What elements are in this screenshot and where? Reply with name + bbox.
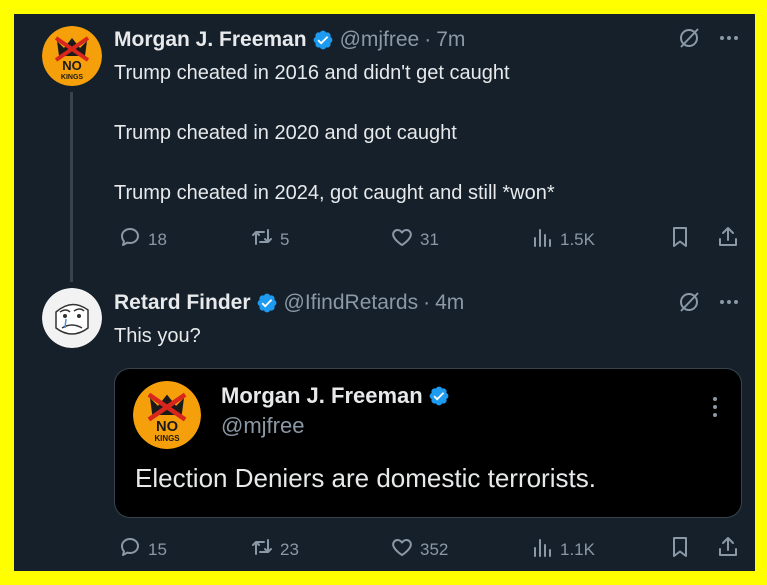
reply-button[interactable]: 18 xyxy=(118,225,167,254)
grok-icon[interactable] xyxy=(677,290,701,319)
views-count: 1.1K xyxy=(560,539,595,559)
tweet-header: Morgan J. Freeman @mjfree · 7m xyxy=(114,26,465,54)
views-icon xyxy=(530,535,554,564)
repost-icon xyxy=(250,225,274,254)
bookmark-icon xyxy=(668,535,692,564)
quoted-author-handle[interactable]: @mjfree xyxy=(221,413,304,439)
like-count: 31 xyxy=(420,229,439,249)
wojak-face-icon xyxy=(42,288,102,348)
reply-button[interactable]: 15 xyxy=(118,535,167,564)
tweet-top-icons xyxy=(677,290,741,319)
like-icon xyxy=(390,225,414,254)
views-button[interactable]: 1.1K xyxy=(530,535,595,564)
views-count: 1.5K xyxy=(560,229,595,249)
like-count: 352 xyxy=(420,539,449,559)
avatar[interactable] xyxy=(42,288,102,348)
svg-text:KINGS: KINGS xyxy=(61,74,84,81)
share-button[interactable] xyxy=(716,225,740,254)
quoted-tweet[interactable]: NO KINGS Morgan J. Freeman @mjfree Elect… xyxy=(114,368,742,518)
author-name[interactable]: Retard Finder xyxy=(114,291,251,315)
svg-text:KINGS: KINGS xyxy=(154,434,179,443)
timestamp[interactable]: 7m xyxy=(436,28,465,52)
verified-badge-icon xyxy=(312,29,334,51)
like-button[interactable]: 352 xyxy=(390,535,448,564)
svg-text:NO: NO xyxy=(156,419,178,435)
tweet-1[interactable]: NO KINGS Morgan J. Freeman @mjfree · 7m … xyxy=(14,14,755,284)
tweet-text: This you? xyxy=(114,325,201,347)
tweet-thread: NO KINGS Morgan J. Freeman @mjfree · 7m … xyxy=(14,14,755,571)
timestamp[interactable]: 4m xyxy=(435,291,464,315)
bookmark-button[interactable] xyxy=(668,225,692,254)
like-button[interactable]: 31 xyxy=(390,225,439,254)
quoted-avatar[interactable]: NO KINGS xyxy=(133,381,201,449)
quoted-author-name[interactable]: Morgan J. Freeman xyxy=(221,383,423,409)
tweet-text: Trump cheated in 2016 and didn't get cau… xyxy=(114,62,555,204)
share-icon xyxy=(716,535,740,564)
grok-icon[interactable] xyxy=(677,26,701,55)
repost-button[interactable]: 5 xyxy=(250,225,289,254)
more-icon[interactable] xyxy=(717,26,741,55)
author-handle[interactable]: @mjfree xyxy=(340,28,420,52)
author-handle[interactable]: @IfindRetards xyxy=(284,291,419,315)
no-kings-logo-icon: NO KINGS xyxy=(42,26,102,86)
tweet-top-icons xyxy=(677,26,741,55)
reply-count: 15 xyxy=(148,539,167,559)
tweet-actions: 18 5 31 1.5K xyxy=(114,225,744,255)
tweet-header: Retard Finder @IfindRetards · 4m xyxy=(114,289,464,317)
repost-count: 5 xyxy=(280,229,290,249)
views-button[interactable]: 1.5K xyxy=(530,225,595,254)
like-icon xyxy=(390,535,414,564)
tweet-actions: 15 23 352 1.1K xyxy=(114,535,744,565)
reply-icon xyxy=(118,535,142,564)
reply-count: 18 xyxy=(148,229,167,249)
repost-count: 23 xyxy=(280,539,299,559)
bookmark-icon xyxy=(668,225,692,254)
share-icon xyxy=(716,225,740,254)
repost-icon xyxy=(250,535,274,564)
share-button[interactable] xyxy=(716,535,740,564)
bookmark-button[interactable] xyxy=(668,535,692,564)
svg-text:NO: NO xyxy=(62,58,82,73)
verified-badge-icon xyxy=(428,385,450,407)
author-name[interactable]: Morgan J. Freeman xyxy=(114,28,307,52)
quoted-text: Election Deniers are domestic terrorists… xyxy=(135,463,596,493)
no-kings-logo-icon: NO KINGS xyxy=(133,381,201,449)
views-icon xyxy=(530,225,554,254)
repost-button[interactable]: 23 xyxy=(250,535,299,564)
separator-dot: · xyxy=(424,28,432,51)
separator-dot: · xyxy=(423,291,431,314)
more-vertical-icon[interactable] xyxy=(711,395,719,424)
avatar[interactable]: NO KINGS xyxy=(42,26,102,86)
more-icon[interactable] xyxy=(717,290,741,319)
verified-badge-icon xyxy=(256,292,278,314)
thread-connector-line xyxy=(70,92,73,282)
reply-icon xyxy=(118,225,142,254)
quoted-author-name-row: Morgan J. Freeman xyxy=(221,383,456,409)
